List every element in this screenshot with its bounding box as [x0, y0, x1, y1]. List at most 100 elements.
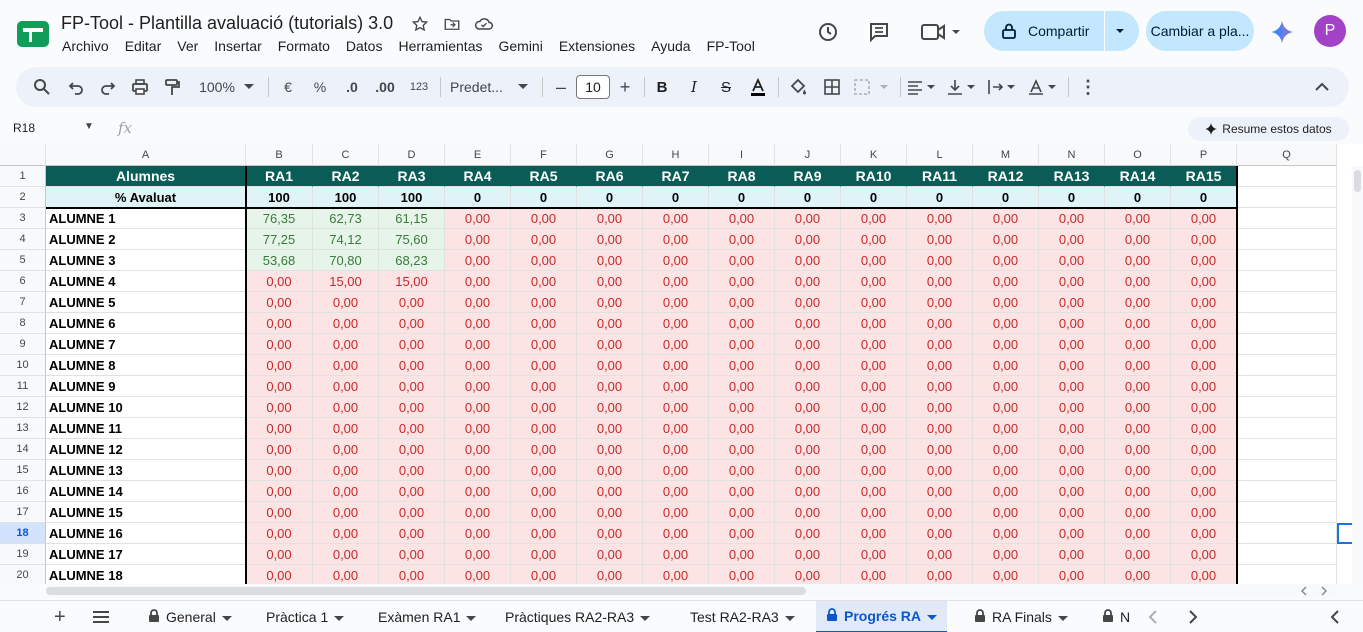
grade-cell[interactable]: 0,00: [246, 418, 313, 439]
grade-cell[interactable]: 15,00: [379, 271, 445, 292]
grade-cell[interactable]: 0,00: [973, 292, 1039, 313]
grade-cell[interactable]: 0,00: [379, 292, 445, 313]
grade-cell[interactable]: 0,00: [1039, 208, 1105, 229]
sheet-tab[interactable]: Test RA2-RA3: [690, 601, 795, 632]
grade-cell[interactable]: 0,00: [841, 418, 907, 439]
grade-cell[interactable]: 0,00: [313, 523, 379, 544]
grade-cell[interactable]: 0,00: [709, 481, 775, 502]
grade-cell[interactable]: 0,00: [511, 439, 577, 460]
grade-cell[interactable]: 0,00: [907, 502, 973, 523]
grade-cell[interactable]: 0,00: [445, 439, 511, 460]
percent-value[interactable]: 0: [907, 187, 973, 208]
student-name[interactable]: ALUMNE 16: [46, 523, 246, 544]
grade-cell[interactable]: 0,00: [445, 418, 511, 439]
grade-cell[interactable]: 0,00: [907, 418, 973, 439]
grade-cell[interactable]: 0,00: [246, 460, 313, 481]
row-header[interactable]: 19: [0, 544, 46, 565]
scroll-tabs-left-icon[interactable]: [1148, 601, 1168, 632]
grade-cell[interactable]: 0,00: [841, 250, 907, 271]
grade-cell[interactable]: 0,00: [709, 229, 775, 250]
move-folder-icon[interactable]: [442, 14, 462, 34]
grade-cell[interactable]: 0,00: [643, 334, 709, 355]
grade-cell[interactable]: 0,00: [445, 481, 511, 502]
percent-value[interactable]: 100: [313, 187, 379, 208]
header-ra[interactable]: RA7: [643, 166, 709, 187]
cell-empty[interactable]: [1237, 187, 1337, 208]
grade-cell[interactable]: 0,00: [511, 565, 577, 584]
horizontal-align-icon[interactable]: [906, 67, 938, 107]
grade-cell[interactable]: 0,00: [841, 502, 907, 523]
grade-cell[interactable]: 0,00: [445, 523, 511, 544]
grade-cell[interactable]: 0,00: [246, 544, 313, 565]
row-header[interactable]: 20: [0, 565, 46, 584]
grade-cell[interactable]: 0,00: [445, 460, 511, 481]
student-name[interactable]: ALUMNE 10: [46, 397, 246, 418]
row-header[interactable]: 18: [0, 523, 46, 544]
grade-cell[interactable]: 0,00: [973, 355, 1039, 376]
grade-cell[interactable]: 0,00: [379, 355, 445, 376]
grade-cell[interactable]: 0,00: [775, 376, 841, 397]
student-name[interactable]: ALUMNE 14: [46, 481, 246, 502]
sheet-tab[interactable]: Pràctica 1: [266, 601, 345, 632]
percent-value[interactable]: 0: [577, 187, 643, 208]
grade-cell[interactable]: 0,00: [511, 376, 577, 397]
vertical-scrollbar[interactable]: [1352, 166, 1363, 584]
percent-label[interactable]: % Avaluat: [46, 187, 246, 208]
column-header-i[interactable]: I: [709, 144, 775, 166]
vertical-scroll-thumb[interactable]: [1354, 170, 1361, 192]
grade-cell[interactable]: 62,73: [313, 208, 379, 229]
grade-cell[interactable]: 0,00: [841, 523, 907, 544]
grade-cell[interactable]: 0,00: [973, 334, 1039, 355]
grade-cell[interactable]: 0,00: [841, 439, 907, 460]
column-header-b[interactable]: B: [246, 144, 313, 166]
spreadsheet-grid[interactable]: A B C D E F G H I J K L M N O P Q 1 Alumnes RA1 RA2 RA3 RA4 RA5…: [0, 144, 1363, 584]
grade-cell[interactable]: 0,00: [973, 376, 1039, 397]
grade-cell[interactable]: 0,00: [445, 313, 511, 334]
collapse-toolbar-icon[interactable]: [1312, 67, 1332, 107]
grade-cell[interactable]: 0,00: [775, 502, 841, 523]
column-header-p[interactable]: P: [1171, 144, 1237, 166]
grade-cell[interactable]: 0,00: [907, 208, 973, 229]
scroll-arrows-icon[interactable]: [1300, 586, 1330, 596]
grade-cell[interactable]: 0,00: [379, 397, 445, 418]
menu-fp-tool[interactable]: FP-Tool: [707, 38, 755, 54]
grade-cell[interactable]: 0,00: [841, 376, 907, 397]
grade-cell[interactable]: 0,00: [709, 544, 775, 565]
menu-herramientas[interactable]: Herramientas: [398, 38, 482, 54]
cell-empty[interactable]: [1237, 439, 1337, 460]
grade-cell[interactable]: 0,00: [841, 229, 907, 250]
font-size-input[interactable]: 10: [576, 75, 610, 99]
fill-color-icon[interactable]: [786, 67, 810, 107]
grade-cell[interactable]: 0,00: [841, 481, 907, 502]
merge-cells-icon[interactable]: [852, 67, 892, 107]
grade-cell[interactable]: 0,00: [511, 334, 577, 355]
menu-editar[interactable]: Editar: [125, 38, 162, 54]
grade-cell[interactable]: 0,00: [246, 292, 313, 313]
grade-cell[interactable]: 0,00: [511, 250, 577, 271]
grade-cell[interactable]: 0,00: [643, 376, 709, 397]
row-header[interactable]: 2: [0, 187, 46, 208]
redo-icon[interactable]: [96, 67, 120, 107]
percent-value[interactable]: 0: [841, 187, 907, 208]
menu-extensiones[interactable]: Extensiones: [559, 38, 635, 54]
cell-empty[interactable]: [1237, 376, 1337, 397]
percent-value[interactable]: 0: [775, 187, 841, 208]
grade-cell[interactable]: 0,00: [709, 355, 775, 376]
row-header[interactable]: 15: [0, 460, 46, 481]
tab-menu-chevron-icon[interactable]: [221, 609, 232, 625]
tab-menu-chevron-icon[interactable]: [640, 609, 651, 625]
menu-gemini[interactable]: Gemini: [498, 38, 542, 54]
grade-cell[interactable]: 0,00: [1171, 460, 1237, 481]
grade-cell[interactable]: 0,00: [246, 565, 313, 584]
grade-cell[interactable]: 0,00: [643, 292, 709, 313]
grade-cell[interactable]: 0,00: [511, 313, 577, 334]
grade-cell[interactable]: 0,00: [246, 313, 313, 334]
menu-insertar[interactable]: Insertar: [214, 38, 261, 54]
grade-cell[interactable]: 0,00: [1039, 481, 1105, 502]
header-ra[interactable]: RA11: [907, 166, 973, 187]
grade-cell[interactable]: 0,00: [1105, 502, 1171, 523]
header-ra[interactable]: RA10: [841, 166, 907, 187]
grade-cell[interactable]: 0,00: [511, 355, 577, 376]
grade-cell[interactable]: 0,00: [445, 229, 511, 250]
grade-cell[interactable]: 0,00: [511, 292, 577, 313]
